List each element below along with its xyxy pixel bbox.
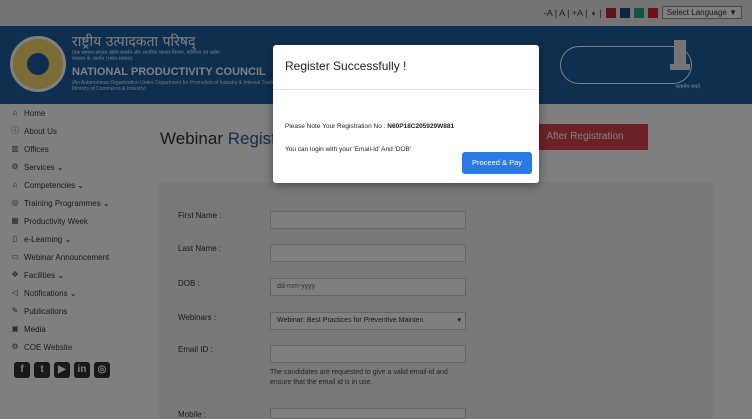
registration-number-prefix: Please Note Your Registration No : (285, 123, 388, 130)
proceed-pay-button[interactable]: Proceed & Pay (462, 152, 532, 174)
login-instructions: You can login with your 'Email-Id' And '… (285, 146, 412, 153)
registration-number-text: Please Note Your Registration No : N60P1… (285, 123, 454, 130)
registration-number: N60P18C205929W881 (387, 123, 455, 130)
registration-success-dialog: Register Successfully ! Please Note Your… (273, 45, 539, 183)
dialog-title: Register Successfully ! (285, 59, 407, 73)
dialog-divider-top (273, 89, 539, 90)
